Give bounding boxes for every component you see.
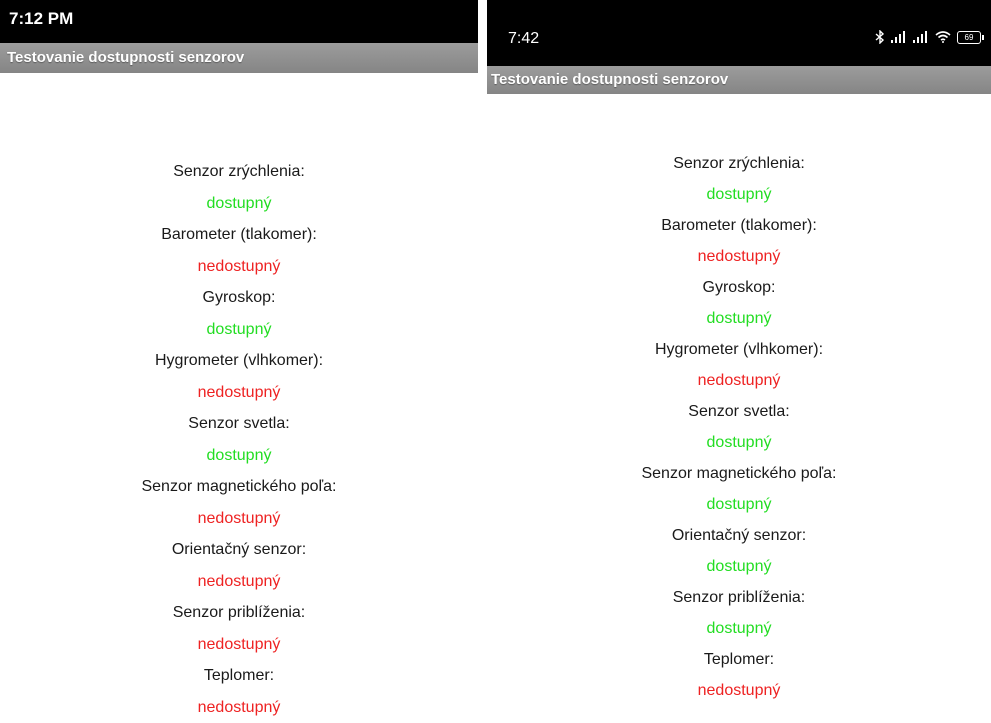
signal-icon — [913, 31, 929, 43]
sensor-status: dostupný — [487, 551, 991, 582]
sensor-label: Senzor zrýchlenia: — [0, 156, 478, 188]
app-title: Testovanie dostupnosti senzorov — [491, 71, 728, 88]
sensor-label: Gyroskop: — [487, 272, 991, 303]
sensor-status: dostupný — [487, 179, 991, 210]
sensor-label: Barometer (tlakomer): — [487, 210, 991, 241]
sensor-status: dostupný — [0, 188, 478, 220]
sensor-status: dostupný — [0, 440, 478, 472]
sensor-status: nedostupný — [0, 692, 478, 723]
sensor-label: Teplomer: — [0, 660, 478, 692]
sensor-status: dostupný — [487, 427, 991, 458]
sensor-label: Teplomer: — [487, 644, 991, 675]
sensor-status: nedostupný — [487, 675, 991, 706]
app-title: Testovanie dostupnosti senzorov — [7, 49, 244, 66]
sensor-label: Senzor magnetického poľa: — [487, 458, 991, 489]
sensor-status: nedostupný — [0, 629, 478, 661]
status-time: 7:42 — [508, 30, 539, 48]
sensor-list: Senzor zrýchlenia:dostupnýBarometer (tla… — [487, 148, 991, 706]
sensor-label: Senzor priblíženia: — [0, 597, 478, 629]
status-icons: 69 — [875, 30, 981, 44]
sensor-status: nedostupný — [0, 377, 478, 409]
signal-icon — [891, 31, 907, 43]
bluetooth-icon — [875, 30, 885, 44]
sensor-label: Hygrometer (vlhkomer): — [487, 334, 991, 365]
sensor-status: nedostupný — [0, 566, 478, 598]
sensor-status: nedostupný — [487, 241, 991, 272]
sensor-label: Senzor magnetického poľa: — [0, 471, 478, 503]
app-title-bar: Testovanie dostupnosti senzorov — [0, 43, 478, 73]
phone-screen-left: 7:12 PM Testovanie dostupnosti senzorov … — [0, 0, 478, 713]
sensor-label: Orientačný senzor: — [0, 534, 478, 566]
sensor-label: Senzor svetla: — [0, 408, 478, 440]
sensor-label: Gyroskop: — [0, 282, 478, 314]
wifi-icon — [935, 31, 951, 43]
sensor-list: Senzor zrýchlenia:dostupnýBarometer (tla… — [0, 156, 478, 723]
sensor-label: Senzor svetla: — [487, 396, 991, 427]
sensor-label: Barometer (tlakomer): — [0, 219, 478, 251]
status-time: 7:12 PM — [9, 9, 73, 29]
battery-icon: 69 — [957, 31, 981, 44]
sensor-status: dostupný — [0, 314, 478, 346]
sensor-status: nedostupný — [0, 503, 478, 535]
sensor-label: Senzor zrýchlenia: — [487, 148, 991, 179]
status-bar: 7:12 PM — [0, 0, 478, 43]
sensor-status: dostupný — [487, 303, 991, 334]
sensor-label: Orientačný senzor: — [487, 520, 991, 551]
phone-screen-right: 7:42 69 Testovanie dostupnosti senzor — [487, 0, 991, 713]
sensor-label: Senzor priblíženia: — [487, 582, 991, 613]
sensor-status: nedostupný — [0, 251, 478, 283]
sensor-status: nedostupný — [487, 365, 991, 396]
sensor-label: Hygrometer (vlhkomer): — [0, 345, 478, 377]
sensor-status: dostupný — [487, 489, 991, 520]
sensor-status: dostupný — [487, 613, 991, 644]
app-title-bar: Testovanie dostupnosti senzorov — [487, 66, 991, 94]
status-bar: 7:42 69 — [487, 0, 991, 66]
